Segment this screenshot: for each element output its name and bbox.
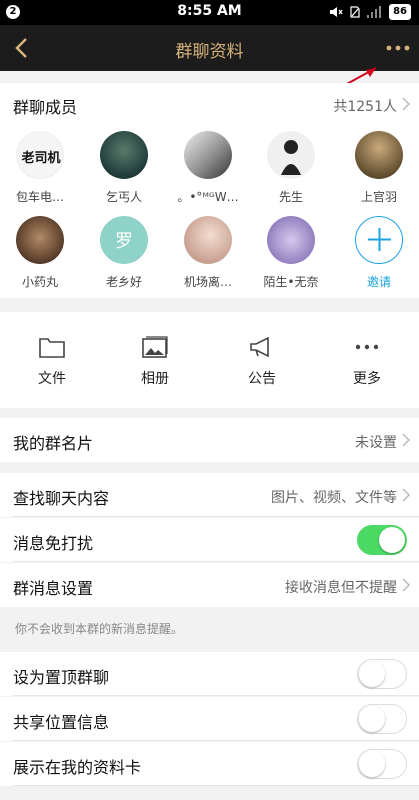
message-settings-row[interactable]: 群消息设置 接收消息但不提醒 <box>0 563 419 607</box>
member-name: 。•°ᴹᴳW… <box>177 190 239 204</box>
message-settings-note: 你不会收到本群的新消息提醒。 <box>0 607 419 652</box>
avatar <box>16 216 64 264</box>
members-header[interactable]: 群聊成员 共1251人 <box>0 83 419 126</box>
divider <box>13 785 419 786</box>
avatar <box>267 131 315 179</box>
tool-bar: 文件 相册 公告 更多 <box>0 312 419 408</box>
avatar: 罗 <box>100 216 148 264</box>
folder-icon <box>39 338 65 358</box>
invite-label: 邀请 <box>366 275 391 289</box>
my-group-nickname-row[interactable]: 我的群名片 未设置 <box>0 418 419 462</box>
note-text: 你不会收到本群的新消息提醒。 <box>15 622 184 636</box>
member-name: 乞丐人 <box>105 190 142 204</box>
chevron-right-icon <box>402 488 411 502</box>
member-item[interactable]: 老司机 包车电… <box>0 131 80 205</box>
member-name: 先生 <box>278 190 303 204</box>
row-label: 我的群名片 <box>13 434 94 453</box>
row-label: 群消息设置 <box>13 579 94 598</box>
avatar-figure-icon <box>281 140 301 175</box>
page-title: 群聊资料 <box>175 42 244 62</box>
album-icon <box>142 336 168 358</box>
chevron-right-icon <box>402 578 411 592</box>
member-name: 小药丸 <box>21 275 58 289</box>
member-item[interactable]: 陌生•无奈 <box>251 216 331 290</box>
share-location-row: 共享位置信息 <box>0 697 419 741</box>
avatar <box>184 131 232 179</box>
member-item[interactable]: 小药丸 <box>0 216 80 290</box>
album-label: 相册 <box>141 371 169 387</box>
divider <box>13 516 419 517</box>
member-item[interactable]: 上官羽 <box>339 131 419 205</box>
divider <box>13 695 419 696</box>
search-chat-row[interactable]: 查找聊天内容 图片、视频、文件等 <box>0 473 419 517</box>
pin-chat-toggle[interactable] <box>357 659 407 689</box>
row-label: 设为置顶群聊 <box>13 668 110 687</box>
avatar-text: 老司机 <box>21 150 61 166</box>
more-options-icon[interactable] <box>385 37 411 59</box>
member-name: 上官羽 <box>360 190 397 204</box>
more-button[interactable]: 更多 <box>317 312 417 408</box>
member-item[interactable]: 乞丐人 <box>84 131 164 205</box>
more-icon <box>355 344 379 350</box>
row-value: 图片、视频、文件等 <box>271 490 397 506</box>
pin-chat-row: 设为置顶群聊 <box>0 652 419 696</box>
plus-icon <box>367 228 391 251</box>
row-label: 消息免打扰 <box>13 534 94 553</box>
members-label: 群聊成员 <box>13 98 78 117</box>
row-label: 展示在我的资料卡 <box>13 758 142 777</box>
announcement-button[interactable]: 公告 <box>212 312 312 408</box>
member-item[interactable]: 先生 <box>251 131 331 205</box>
divider <box>13 561 419 562</box>
toggle-knob <box>379 527 405 553</box>
avatar <box>267 216 315 264</box>
show-on-profile-row: 展示在我的资料卡 <box>0 742 419 786</box>
row-label: 共享位置信息 <box>13 713 110 732</box>
megaphone-icon <box>250 336 269 358</box>
avatar <box>100 131 148 179</box>
announcement-label: 公告 <box>248 371 276 387</box>
toggle-knob <box>359 751 385 777</box>
member-item[interactable]: 。•°ᴹᴳW… <box>168 131 248 205</box>
toggle-knob <box>359 661 385 687</box>
signal-icon <box>367 6 382 18</box>
battery-level: 86 <box>389 4 411 20</box>
avatar: 老司机 <box>16 131 64 179</box>
toggle-knob <box>359 706 385 732</box>
files-button[interactable]: 文件 <box>2 312 102 408</box>
more-label: 更多 <box>353 371 381 387</box>
invite-button[interactable]: 邀请 <box>339 216 419 290</box>
members-count: 共1251人 <box>333 99 397 115</box>
member-name: 老乡好 <box>105 275 142 289</box>
member-grid: 老司机 包车电… 乞丐人 。•°ᴹᴳW… 先生 上官羽 小药丸 罗 老乡好 机场… <box>0 126 419 298</box>
member-name: 陌生•无奈 <box>263 275 319 289</box>
share-location-toggle[interactable] <box>357 704 407 734</box>
back-icon[interactable] <box>12 37 34 59</box>
status-icons: 86 <box>329 4 411 20</box>
member-name: 机场离… <box>183 275 232 289</box>
avatar <box>184 216 232 264</box>
row-value: 未设置 <box>355 435 397 451</box>
member-item[interactable]: 罗 老乡好 <box>84 216 164 290</box>
invite-circle <box>355 216 403 264</box>
avatar <box>355 131 403 179</box>
do-not-disturb-row: 消息免打扰 <box>0 518 419 562</box>
divider <box>13 740 419 741</box>
row-label: 查找聊天内容 <box>13 489 110 508</box>
album-button[interactable]: 相册 <box>105 312 205 408</box>
avatar-text: 罗 <box>115 231 133 252</box>
chevron-right-icon <box>402 97 411 111</box>
mute-icon <box>330 7 343 17</box>
files-label: 文件 <box>38 371 66 387</box>
show-on-profile-toggle[interactable] <box>357 749 407 779</box>
member-item[interactable]: 机场离… <box>168 216 248 290</box>
chevron-right-icon <box>402 433 411 447</box>
status-bar: 2 8:55 AM 86 <box>0 0 419 25</box>
row-value: 接收消息但不提醒 <box>285 580 397 596</box>
no-sim-icon <box>350 6 360 18</box>
member-name: 包车电… <box>15 190 64 204</box>
do-not-disturb-toggle[interactable] <box>357 525 407 555</box>
